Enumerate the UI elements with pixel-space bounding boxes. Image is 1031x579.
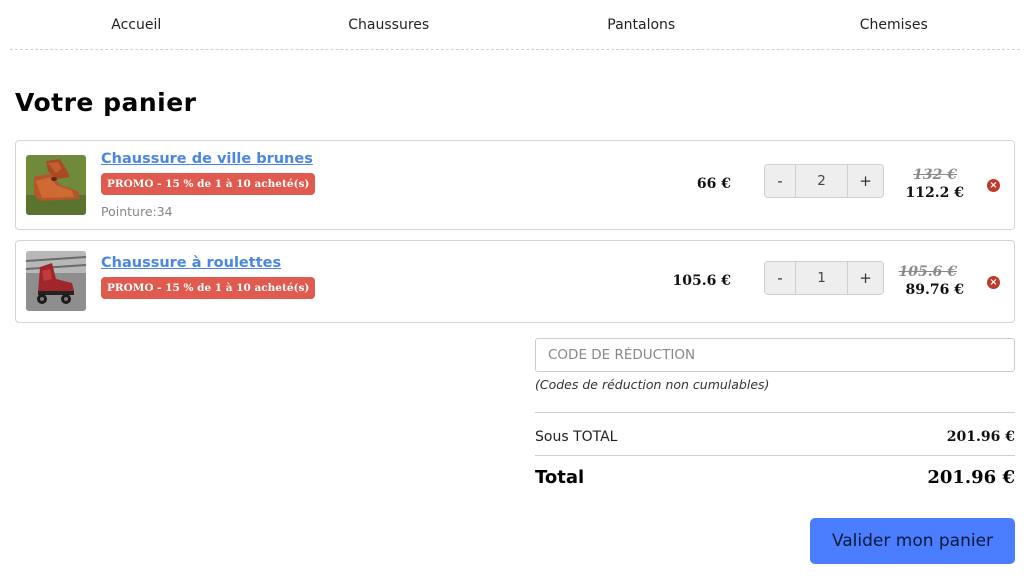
discount-note: (Codes de réduction non cumulables) bbox=[535, 377, 770, 392]
divider bbox=[535, 455, 1015, 456]
quantity-input[interactable] bbox=[796, 262, 847, 294]
divider bbox=[535, 412, 1015, 413]
top-navigation: Accueil Chaussures Pantalons Chemises bbox=[10, 0, 1020, 50]
total-label: Total bbox=[535, 467, 585, 488]
quantity-input[interactable] bbox=[796, 165, 847, 197]
discounted-price: 89.76 € bbox=[905, 282, 964, 298]
remove-circle-icon[interactable]: × bbox=[987, 276, 1000, 289]
size-attribute: Pointure:34 bbox=[101, 204, 173, 219]
discounted-price: 112.2 € bbox=[905, 185, 964, 201]
quantity-stepper: - + bbox=[764, 261, 884, 295]
product-link[interactable]: Chaussure à roulettes bbox=[101, 255, 281, 271]
validate-cart-button[interactable]: Valider mon panier bbox=[810, 518, 1015, 564]
unit-price: 105.6 € bbox=[672, 273, 731, 289]
decrease-quantity-button[interactable]: - bbox=[765, 262, 796, 294]
brown-shoe-photo[interactable] bbox=[26, 155, 86, 215]
total-value: 201.96 € bbox=[927, 467, 1015, 488]
original-price: 132 € bbox=[913, 167, 957, 183]
nav-item-chaussures[interactable]: Chaussures bbox=[263, 0, 516, 49]
subtotal-label: Sous TOTAL bbox=[535, 429, 618, 445]
original-price: 105.6 € bbox=[898, 264, 957, 280]
roller-skate-photo[interactable] bbox=[26, 251, 86, 311]
decrease-quantity-button[interactable]: - bbox=[765, 165, 796, 197]
cart-item: Chaussure de ville brunes PROMO - 15 % d… bbox=[15, 140, 1015, 230]
subtotal-value: 201.96 € bbox=[946, 429, 1015, 445]
nav-item-accueil[interactable]: Accueil bbox=[10, 0, 263, 49]
remove-circle-icon[interactable]: × bbox=[987, 179, 1000, 192]
increase-quantity-button[interactable]: + bbox=[847, 262, 883, 294]
page-title: Votre panier bbox=[15, 88, 197, 117]
quantity-stepper: - + bbox=[764, 164, 884, 198]
nav-item-chemises[interactable]: Chemises bbox=[768, 0, 1021, 49]
cart-item: Chaussure à roulettes PROMO - 15 % de 1 … bbox=[15, 240, 1015, 323]
nav-item-pantalons[interactable]: Pantalons bbox=[515, 0, 768, 49]
product-link[interactable]: Chaussure de ville brunes bbox=[101, 151, 313, 167]
unit-price: 66 € bbox=[696, 176, 731, 192]
promo-badge: PROMO - 15 % de 1 à 10 acheté(s) bbox=[101, 277, 316, 299]
discount-code-input[interactable] bbox=[535, 338, 1015, 372]
increase-quantity-button[interactable]: + bbox=[847, 165, 883, 197]
promo-badge: PROMO - 15 % de 1 à 10 acheté(s) bbox=[101, 173, 316, 195]
